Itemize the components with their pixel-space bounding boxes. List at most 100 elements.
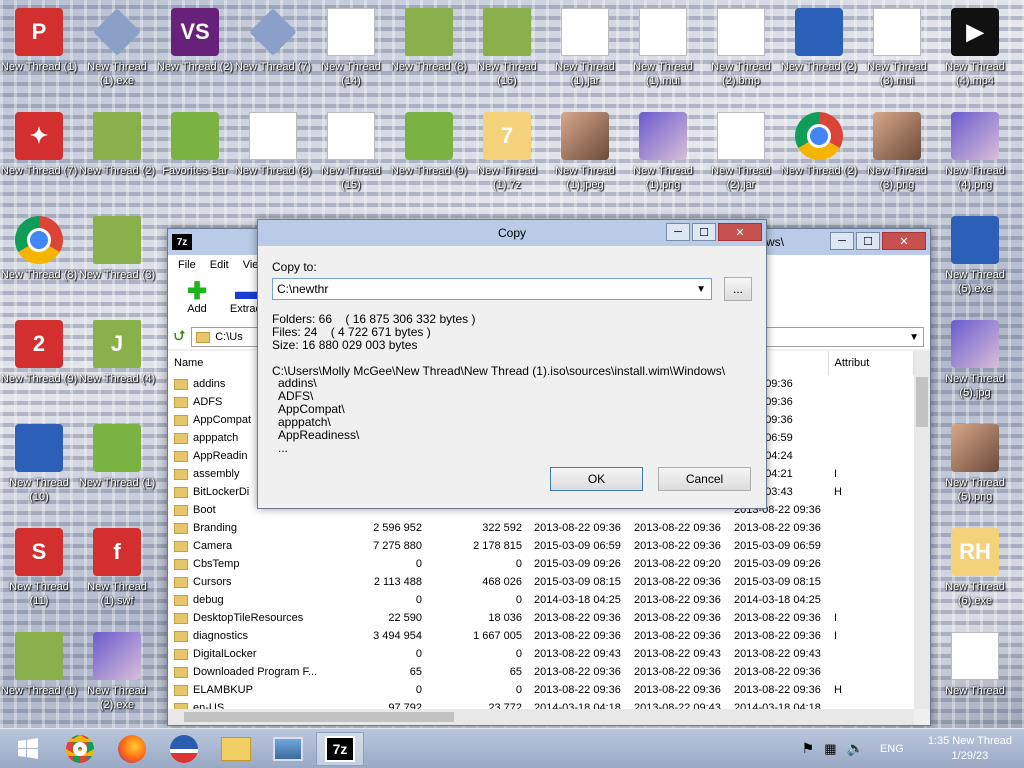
desktop-icon[interactable]: New Thread (2) bbox=[78, 104, 156, 208]
desktop-icon[interactable]: New Thread (8) bbox=[390, 0, 468, 104]
menu-file[interactable]: File bbox=[178, 259, 196, 271]
add-button[interactable]: ✚ Add bbox=[174, 280, 220, 316]
dialog-close-button[interactable]: ✕ bbox=[718, 223, 762, 241]
table-row[interactable]: DigitalLocker 0 0 2013-08-22 09:43 2013-08-2… bbox=[168, 645, 914, 663]
desktop-icon[interactable]: New Thread (2).bmp bbox=[702, 0, 780, 104]
desktop-icon[interactable]: New Thread (1).png bbox=[624, 104, 702, 208]
desktop-icon[interactable]: New Thread (2) bbox=[780, 0, 858, 104]
desktop-icon[interactable]: ✦ New Thread (7) bbox=[0, 104, 78, 208]
cell-created: 2013-08-22 09:20 bbox=[634, 558, 721, 570]
desktop-icon[interactable]: New Thread (8) bbox=[234, 104, 312, 208]
table-row[interactable]: DesktopTileResources 22 590 18 036 2013-08-… bbox=[168, 609, 914, 627]
desktop-icon[interactable]: P New Thread (1) bbox=[0, 0, 78, 104]
cell-size: 2 596 952 bbox=[373, 522, 422, 534]
ok-button[interactable]: OK bbox=[550, 467, 643, 491]
dialog-maximize-button[interactable]: ☐ bbox=[692, 223, 716, 241]
table-row[interactable]: diagnostics 3 494 954 1 667 005 2013-08-22 … bbox=[168, 627, 914, 645]
desktop-icon[interactable]: New Thread (4).png bbox=[936, 104, 1014, 208]
start-button[interactable] bbox=[4, 732, 52, 766]
cell-packed: 0 bbox=[515, 594, 522, 606]
desktop-icon[interactable]: New Thread (14) bbox=[312, 0, 390, 104]
copy-dialog-titlebar[interactable]: Copy ─ ☐ ✕ bbox=[258, 220, 766, 246]
table-row[interactable]: Downloaded Program F... 65 65 2013-08-22 09… bbox=[168, 663, 914, 681]
desktop-icon[interactable]: ▶ New Thread (4).mp4 bbox=[936, 0, 1014, 104]
chevron-down-icon[interactable]: ▼ bbox=[909, 332, 919, 343]
cell-packed: 0 bbox=[515, 558, 522, 570]
clock[interactable]: 1:35 New Thread 1/29/23 bbox=[928, 734, 1012, 764]
horizontal-scrollbar[interactable] bbox=[168, 709, 914, 725]
cancel-button[interactable]: Cancel bbox=[658, 467, 751, 491]
desktop-icon[interactable]: 🗑 New Thread bbox=[936, 624, 1014, 728]
table-row[interactable]: Cursors 2 113 488 468 026 2015-03-09 08:15 2… bbox=[168, 573, 914, 591]
desktop-icon[interactable]: New Thread (3) bbox=[78, 208, 156, 312]
desktop-icon[interactable]: New Thread (1).jar bbox=[546, 0, 624, 104]
browse-button[interactable]: ... bbox=[724, 277, 752, 301]
copy-to-combobox[interactable]: C:\newthr ▼ bbox=[272, 278, 712, 300]
cell-attr bbox=[828, 519, 914, 537]
desktop-icon[interactable]: New Thread (1).jpeg bbox=[546, 104, 624, 208]
desktop-icon[interactable]: 7 New Thread (1).7z bbox=[468, 104, 546, 208]
desktop-icon[interactable]: New Thread (3).mui bbox=[858, 0, 936, 104]
desktop-icon[interactable]: New Thread (10) bbox=[0, 416, 78, 520]
column-attributes[interactable]: Attribut bbox=[828, 351, 914, 375]
anime-icon bbox=[951, 320, 999, 368]
scrollbar-thumb[interactable] bbox=[916, 377, 928, 427]
desktop-icon[interactable]: New Thread (7) bbox=[234, 0, 312, 104]
table-row[interactable]: debug 0 0 2014-03-18 04:25 2013-08-22 09:36 2… bbox=[168, 591, 914, 609]
taskbar-firefox[interactable] bbox=[108, 732, 156, 766]
table-row[interactable]: ELAMBKUP 0 0 2013-08-22 09:36 2013-08-22 09:… bbox=[168, 681, 914, 699]
dialog-minimize-button[interactable]: ─ bbox=[666, 223, 690, 241]
network-icon[interactable]: ▦ bbox=[824, 741, 836, 757]
taskbar-7zip[interactable]: 7z bbox=[316, 731, 364, 766]
taskbar-photos[interactable] bbox=[264, 732, 312, 766]
desktop-icon[interactable]: New Thread (8) bbox=[0, 208, 78, 312]
clock-date: 1/29/23 bbox=[951, 749, 989, 762]
desktop-icon[interactable]: J New Thread (4) bbox=[78, 312, 156, 416]
desktop-icon[interactable]: New Thread (2).jar bbox=[702, 104, 780, 208]
cell-name: DesktopTileResources bbox=[168, 609, 348, 627]
folder-icon: J bbox=[93, 320, 141, 368]
table-row[interactable]: Camera 7 275 880 2 178 815 2015-03-09 06:59… bbox=[168, 537, 914, 555]
desktop-icon[interactable]: New Thread (1).exe bbox=[78, 0, 156, 104]
folder-icon bbox=[174, 378, 188, 390]
desktop-icon[interactable]: New Thread (2) bbox=[780, 104, 858, 208]
folder-icon bbox=[93, 112, 141, 160]
taskbar-app-circle[interactable] bbox=[160, 732, 208, 766]
desktop-icon[interactable]: S New Thread (11) bbox=[0, 520, 78, 624]
flag-icon[interactable]: ⚑ bbox=[802, 740, 815, 757]
language-indicator[interactable]: ENG bbox=[880, 743, 904, 755]
taskbar-file-explorer[interactable] bbox=[212, 732, 260, 766]
desktop-icon[interactable]: New Thread (5).jpg bbox=[936, 312, 1014, 416]
menu-edit[interactable]: Edit bbox=[210, 259, 229, 271]
maximize-button[interactable]: ☐ bbox=[856, 232, 880, 250]
desktop-icon[interactable]: Favorites Bar bbox=[156, 104, 234, 208]
desktop-icon[interactable]: 2 New Thread (9) bbox=[0, 312, 78, 416]
vertical-scrollbar[interactable] bbox=[914, 351, 930, 709]
h-scrollbar-thumb[interactable] bbox=[184, 712, 454, 722]
up-folder-icon[interactable]: ⮍ bbox=[174, 325, 185, 349]
desktop-icon[interactable]: RH New Thread (6).exe bbox=[936, 520, 1014, 624]
desktop-icon[interactable]: f New Thread (1).swf bbox=[78, 520, 156, 624]
close-button[interactable]: ✕ bbox=[882, 232, 926, 250]
7zip-icon: 7z bbox=[325, 735, 355, 762]
desktop-icon[interactable]: New Thread (5).png bbox=[936, 416, 1014, 520]
cell-packed: 322 592 bbox=[482, 522, 522, 534]
table-row[interactable]: Branding 2 596 952 322 592 2013-08-22 09:36… bbox=[168, 519, 914, 537]
table-row[interactable]: CbsTemp 0 0 2015-03-09 09:26 2013-08-22 09:2… bbox=[168, 555, 914, 573]
desktop-icon[interactable]: New Thread (1) bbox=[78, 416, 156, 520]
desktop-icon[interactable]: New Thread (15) bbox=[312, 104, 390, 208]
volume-icon[interactable]: 🔈 bbox=[847, 740, 864, 757]
desktop-icon[interactable]: VS New Thread (2) bbox=[156, 0, 234, 104]
cell-packed: 18 036 bbox=[488, 612, 522, 624]
desktop-icon[interactable]: New Thread (3).png bbox=[858, 104, 936, 208]
chevron-down-icon[interactable]: ▼ bbox=[696, 284, 706, 295]
desktop-icon[interactable]: New Thread (2).exe bbox=[78, 624, 156, 728]
desktop-icon[interactable]: New Thread (5).exe bbox=[936, 208, 1014, 312]
desktop-icon[interactable]: New Thread (1).mui bbox=[624, 0, 702, 104]
minimize-button[interactable]: ─ bbox=[830, 232, 854, 250]
desktop-icon[interactable]: New Thread (16) bbox=[468, 0, 546, 104]
desktop-icon[interactable]: New Thread (9) bbox=[390, 104, 468, 208]
desktop-icon[interactable]: New Thread (1) bbox=[0, 624, 78, 728]
taskbar-chrome[interactable] bbox=[56, 732, 104, 766]
table-row[interactable]: en-US 97 792 23 772 2014-03-18 04:18 2013-08… bbox=[168, 699, 914, 709]
